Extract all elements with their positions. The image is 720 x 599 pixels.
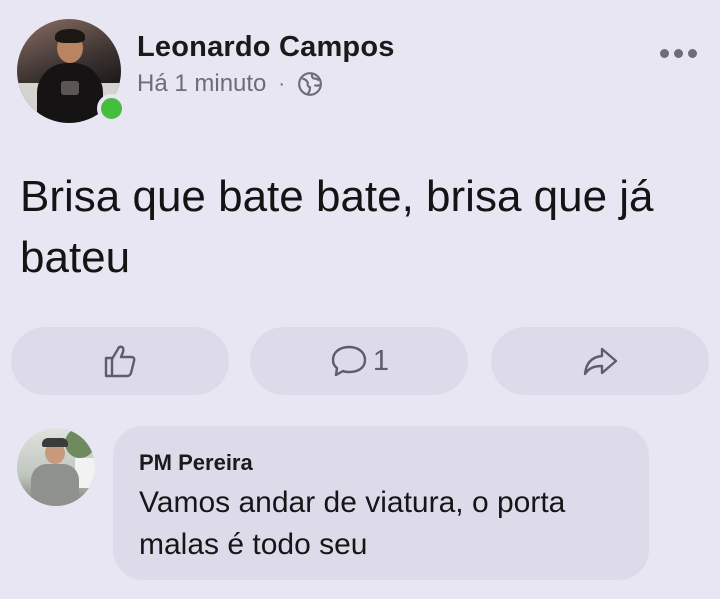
thumbs-up-icon: [104, 345, 136, 378]
more-options-icon[interactable]: [660, 49, 697, 58]
like-button[interactable]: [11, 327, 229, 395]
comment-bubble: PM Pereira Vamos andar de viatura, o por…: [113, 426, 649, 580]
author-name[interactable]: Leonardo Campos: [137, 31, 395, 64]
commenter-name[interactable]: PM Pereira: [139, 450, 253, 476]
comment-count: 1: [372, 344, 390, 377]
commenter-avatar[interactable]: [17, 428, 95, 506]
share-button[interactable]: [491, 327, 709, 395]
comment-icon: [331, 345, 367, 377]
meta-separator: ·: [278, 72, 286, 95]
comment-button[interactable]: 1: [250, 327, 468, 395]
online-status-dot: [97, 94, 126, 123]
post-card: Leonardo Campos Há 1 minuto · Brisa que …: [0, 0, 720, 599]
post-time[interactable]: Há 1 minuto: [137, 70, 266, 98]
share-icon: [583, 347, 618, 376]
comment-text: Vamos andar de viatura, o porta malas é …: [139, 486, 566, 561]
post-meta: Há 1 minuto ·: [137, 70, 323, 98]
globe-icon: [298, 72, 322, 96]
post-text: Brisa que bate bate, brisa que já bateu: [20, 172, 654, 282]
